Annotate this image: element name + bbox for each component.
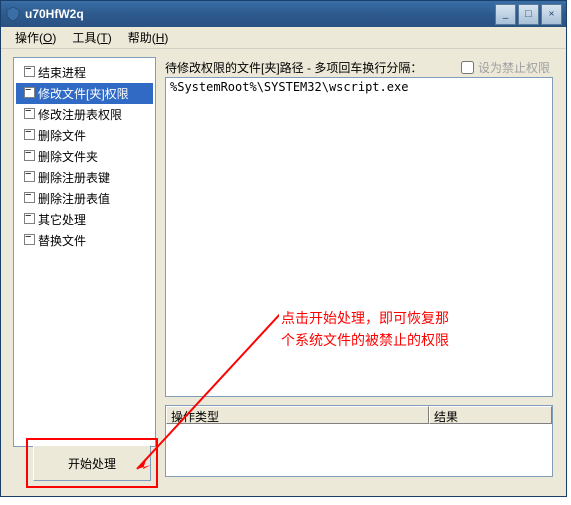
tree-item[interactable]: 删除文件夹 — [16, 146, 153, 167]
tree-item[interactable]: 删除文件 — [16, 125, 153, 146]
deny-permission-label: 设为禁止权限 — [478, 59, 550, 76]
result-table: 操作类型 结果 — [165, 405, 553, 477]
window-title: u70HfW2q — [25, 7, 495, 21]
app-window: u70HfW2q _ □ × 操作(O) 工具(T) 帮助(H) 结束进程修改文… — [0, 0, 567, 497]
tree-item[interactable]: 结束进程 — [16, 62, 153, 83]
menu-operations[interactable]: 操作(O) — [7, 27, 64, 48]
tree-item[interactable]: 替换文件 — [16, 230, 153, 251]
maximize-button[interactable]: □ — [518, 4, 539, 25]
menu-help[interactable]: 帮助(H) — [120, 27, 177, 48]
tree-item[interactable]: 修改注册表权限 — [16, 104, 153, 125]
menu-tools[interactable]: 工具(T) — [64, 27, 119, 48]
minimize-button[interactable]: _ — [495, 4, 516, 25]
action-tree: 结束进程修改文件[夹]权限修改注册表权限删除文件删除文件夹删除注册表键删除注册表… — [13, 57, 156, 447]
client-area: 结束进程修改文件[夹]权限修改注册表权限删除文件删除文件夹删除注册表键删除注册表… — [1, 49, 566, 496]
menubar: 操作(O) 工具(T) 帮助(H) — [1, 27, 566, 49]
window-buttons: _ □ × — [495, 4, 562, 25]
tree-item[interactable]: 修改文件[夹]权限 — [16, 83, 153, 104]
app-icon — [5, 6, 21, 22]
table-header: 操作类型 结果 — [166, 406, 552, 424]
titlebar: u70HfW2q _ □ × — [1, 1, 566, 27]
annotation-text: 点击开始处理，即可恢复那个系统文件的被禁止的权限 — [279, 305, 455, 375]
tree-item[interactable]: 其它处理 — [16, 209, 153, 230]
tree-item[interactable]: 删除注册表键 — [16, 167, 153, 188]
start-button[interactable]: 开始处理 — [33, 445, 151, 481]
close-button[interactable]: × — [541, 4, 562, 25]
paths-label: 待修改权限的文件[夹]路径 - 多项回车换行分隔： — [165, 59, 422, 76]
deny-permission-checkbox[interactable]: 设为禁止权限 — [461, 59, 550, 76]
col-operation-type[interactable]: 操作类型 — [166, 406, 429, 424]
col-result[interactable]: 结果 — [429, 406, 552, 424]
deny-permission-input[interactable] — [461, 61, 474, 74]
tree-item[interactable]: 删除注册表值 — [16, 188, 153, 209]
